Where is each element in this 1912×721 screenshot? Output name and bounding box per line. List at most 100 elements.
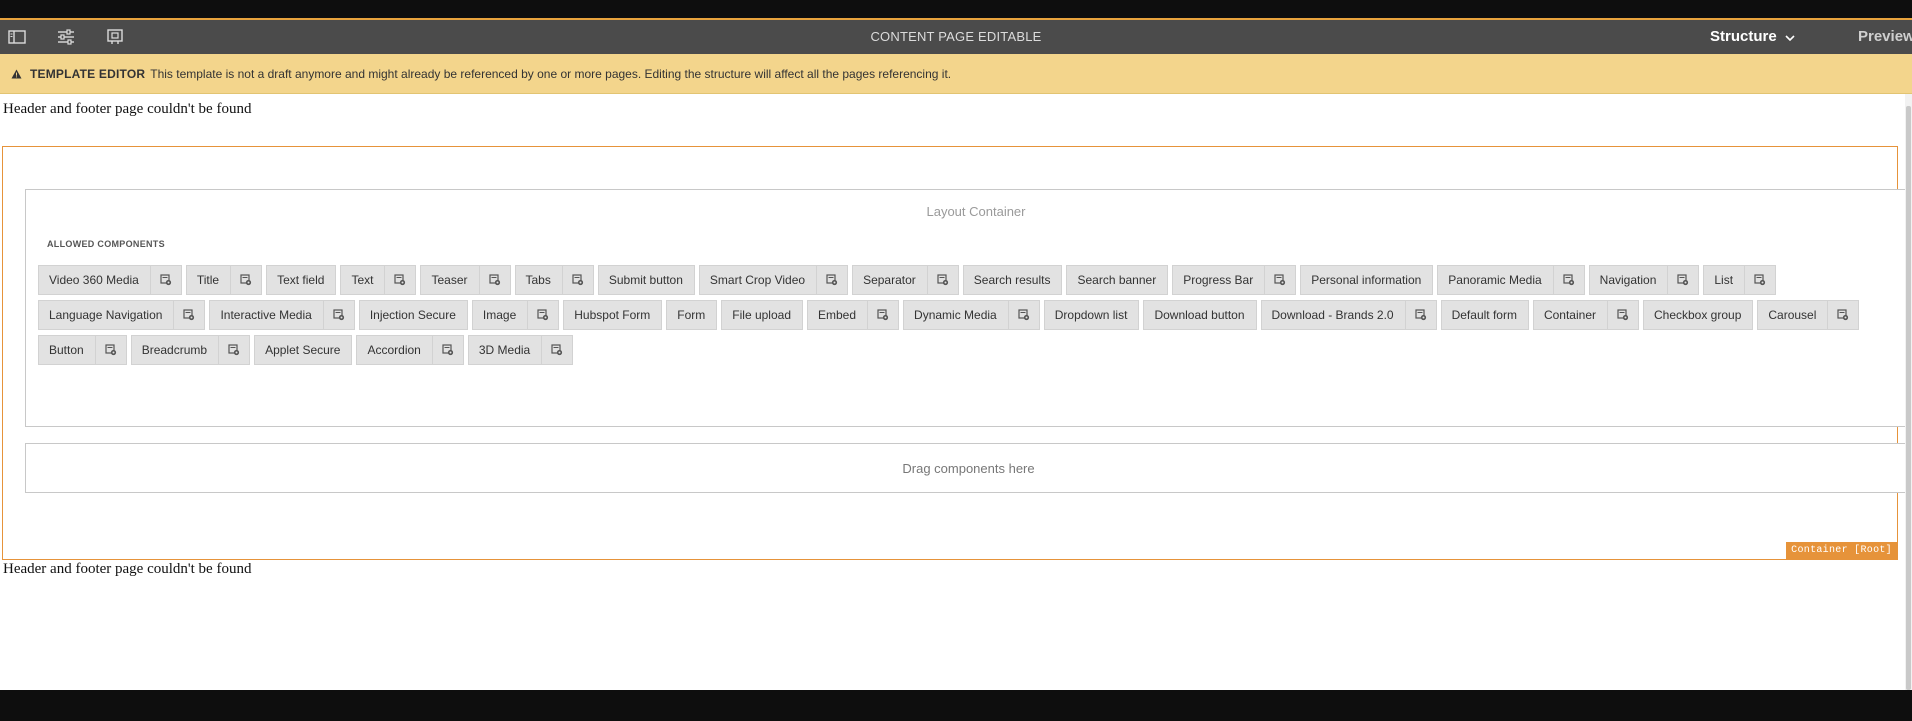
component-chip-label: Teaser (431, 273, 468, 287)
policy-icon[interactable] (385, 265, 415, 295)
layout-container-title: Layout Container (926, 204, 1026, 219)
scrollbar-thumb[interactable] (1906, 106, 1911, 690)
properties-icon[interactable] (53, 24, 79, 50)
component-chip[interactable]: Personal information (1300, 265, 1434, 295)
component-chip-label: Carousel (1768, 308, 1817, 322)
component-chip[interactable]: Interactive Media (209, 300, 355, 330)
component-chip[interactable]: Teaser (420, 265, 511, 295)
component-chip[interactable]: Language Navigation (38, 300, 206, 330)
policy-icon[interactable] (480, 265, 510, 295)
component-chip[interactable]: Search results (962, 265, 1063, 295)
component-chip-label: Video 360 Media (49, 273, 139, 287)
policy-icon[interactable] (563, 265, 593, 295)
component-chip[interactable]: List (1703, 265, 1777, 295)
component-chip-label: Button (49, 343, 84, 357)
component-chip[interactable]: Checkbox group (1642, 300, 1754, 330)
page-title: CONTENT PAGE EDITABLE (870, 29, 1042, 44)
component-chip[interactable]: Button (38, 335, 127, 365)
component-chip-label: Image (482, 308, 517, 322)
component-chip[interactable]: Text (340, 265, 417, 295)
policy-icon[interactable] (174, 300, 204, 330)
component-chip-label: Download - Brands 2.0 (1271, 308, 1394, 322)
policy-icon[interactable] (1828, 300, 1858, 330)
component-chip-label: Container (1543, 308, 1596, 322)
policy-icon[interactable] (151, 265, 181, 295)
component-chip-label: Accordion (367, 343, 421, 357)
policy-icon[interactable] (433, 335, 463, 365)
component-chip-label: Personal information (1311, 273, 1422, 287)
component-chip-label: Separator (863, 273, 916, 287)
component-chip-label: Progress Bar (1183, 273, 1254, 287)
component-chip-label: Checkbox group (1653, 308, 1742, 322)
component-chip[interactable]: Injection Secure (358, 300, 468, 330)
component-chip[interactable]: Search banner (1066, 265, 1169, 295)
header-not-found-text: Header and footer page couldn't be found (3, 101, 252, 117)
chevron-down-icon (1785, 20, 1795, 54)
component-chip[interactable]: Accordion (356, 335, 464, 365)
warning-icon (11, 69, 22, 79)
component-chip[interactable]: Smart Crop Video (698, 265, 849, 295)
drag-components-dropzone[interactable]: Drag components here (25, 443, 1912, 493)
footer-not-found-text: Header and footer page couldn't be found (3, 561, 252, 577)
component-chip[interactable]: Tabs (514, 265, 594, 295)
component-chip-label: Language Navigation (49, 308, 163, 322)
component-chip[interactable]: Dynamic Media (903, 300, 1040, 330)
page-scrollbar[interactable] (1905, 94, 1912, 690)
component-chip-label: Search banner (1077, 273, 1157, 287)
component-chip[interactable]: Text field (266, 265, 337, 295)
policy-icon[interactable] (1265, 265, 1295, 295)
component-chip[interactable]: Navigation (1588, 265, 1700, 295)
policy-icon[interactable] (1745, 265, 1775, 295)
component-chip[interactable]: Hubspot Form (563, 300, 663, 330)
root-container-label[interactable]: Container [Root] (1786, 542, 1897, 559)
policy-icon[interactable] (868, 300, 898, 330)
component-chip[interactable]: File upload (721, 300, 803, 330)
component-chip-label: Applet Secure (265, 343, 341, 357)
component-chip[interactable]: Dropdown list (1043, 300, 1140, 330)
component-chip[interactable]: Download - Brands 2.0 (1260, 300, 1437, 330)
policy-icon[interactable] (96, 335, 126, 365)
component-chip-label: Dropdown list (1054, 308, 1128, 322)
component-chip[interactable]: Progress Bar (1172, 265, 1297, 295)
mode-selector[interactable]: Structure (1710, 20, 1795, 54)
component-chip[interactable]: Breadcrumb (130, 335, 251, 365)
policy-icon[interactable] (528, 300, 558, 330)
policy-icon[interactable] (1668, 265, 1698, 295)
component-chip[interactable]: Carousel (1757, 300, 1860, 330)
component-chip[interactable]: Panoramic Media (1437, 265, 1585, 295)
alert-tag: TEMPLATE EDITOR (30, 66, 146, 81)
component-chip[interactable]: Title (185, 265, 263, 295)
page-settings-icon[interactable] (102, 24, 128, 50)
component-chip-label: Hubspot Form (574, 308, 651, 322)
component-chip[interactable]: Download button (1143, 300, 1257, 330)
component-chip[interactable]: Separator (852, 265, 959, 295)
component-chip[interactable]: Applet Secure (254, 335, 353, 365)
policy-icon[interactable] (542, 335, 572, 365)
policy-icon[interactable] (1608, 300, 1638, 330)
component-chip[interactable]: Form (666, 300, 718, 330)
policy-icon[interactable] (1554, 265, 1584, 295)
policy-icon[interactable] (231, 265, 261, 295)
policy-icon[interactable] (928, 265, 958, 295)
mode-label: Structure (1710, 28, 1777, 45)
component-chip-label: Default form (1451, 308, 1517, 322)
component-chip[interactable]: Container (1532, 300, 1639, 330)
component-chip[interactable]: Image (471, 300, 560, 330)
component-chip[interactable]: Video 360 Media (38, 265, 182, 295)
component-chip[interactable]: 3D Media (467, 335, 574, 365)
component-chip[interactable]: Submit button (597, 265, 695, 295)
component-chip-label: Breadcrumb (141, 343, 208, 357)
policy-icon[interactable] (1406, 300, 1436, 330)
policy-icon[interactable] (219, 335, 249, 365)
component-chip[interactable]: Default form (1440, 300, 1529, 330)
side-panel-icon[interactable] (4, 24, 30, 50)
component-chip-label: File upload (732, 308, 791, 322)
allowed-components-label: ALLOWED COMPONENTS (47, 239, 165, 249)
layout-container[interactable]: Layout Container ALLOWED COMPONENTS Vide… (25, 189, 1912, 427)
policy-icon[interactable] (324, 300, 354, 330)
preview-button[interactable]: Preview (1858, 20, 1912, 54)
policy-icon[interactable] (1009, 300, 1039, 330)
component-chip-label: Title (196, 273, 220, 287)
component-chip[interactable]: Embed (807, 300, 900, 330)
policy-icon[interactable] (817, 265, 847, 295)
